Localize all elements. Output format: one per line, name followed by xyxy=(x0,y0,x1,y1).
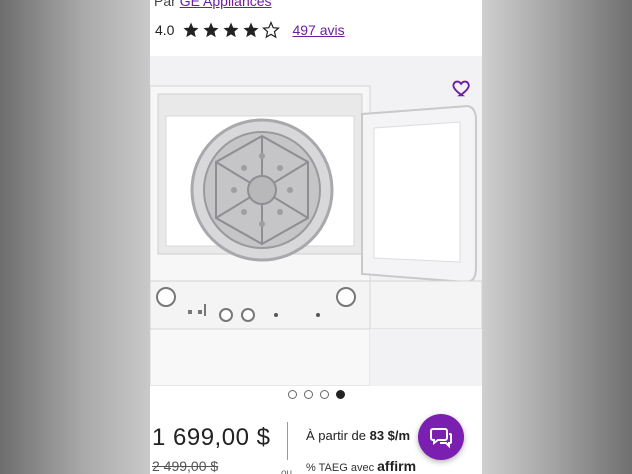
product-page: Par GE Appliances 4.0 497 avis 1 699,00 … xyxy=(150,0,482,474)
carousel-dot[interactable] xyxy=(303,389,313,399)
carousel-dot-active[interactable] xyxy=(335,389,345,399)
rating-value: 4.0 xyxy=(155,22,175,38)
star-filled-icon xyxy=(183,22,199,38)
carousel-pagination xyxy=(150,387,482,401)
chat-icon xyxy=(430,428,452,449)
star-filled-icon xyxy=(203,22,219,38)
rating-row: 4.0 497 avis xyxy=(155,20,345,40)
heart-icon xyxy=(452,80,470,97)
star-filled-icon xyxy=(223,22,239,38)
separator-text: ou xyxy=(281,468,293,474)
old-price: 2 499,00 $ xyxy=(152,458,219,474)
brand-prefix: Par xyxy=(154,0,176,9)
product-image-carousel[interactable] xyxy=(150,56,482,387)
carousel-dot[interactable] xyxy=(287,389,297,399)
favorite-button[interactable] xyxy=(448,74,476,102)
affirm-logo: affirm xyxy=(377,458,417,474)
brand-link[interactable]: GE Appliances xyxy=(180,0,272,9)
price-divider xyxy=(287,422,288,460)
current-price: 1 699,00 $ xyxy=(152,424,271,451)
product-image-washer-dryer xyxy=(150,85,482,387)
reviews-link[interactable]: 497 avis xyxy=(292,22,344,38)
background-blur-right xyxy=(482,0,632,474)
background-blur-left xyxy=(0,0,150,474)
rating-stars xyxy=(182,21,281,39)
financing-offer: À partir de 83 $/m xyxy=(306,428,410,443)
star-empty-icon xyxy=(262,21,281,39)
chat-button[interactable] xyxy=(418,414,464,460)
brand-line: Par GE Appliances xyxy=(154,0,272,9)
financing-rate-line: % TAEG avec affirm xyxy=(306,458,416,474)
financing-prefix: À partir de xyxy=(306,428,366,443)
star-filled-icon xyxy=(243,22,259,38)
carousel-dot[interactable] xyxy=(319,389,329,399)
financing-rate: % TAEG avec xyxy=(306,462,375,474)
financing-amount: 83 $/m xyxy=(369,428,411,443)
